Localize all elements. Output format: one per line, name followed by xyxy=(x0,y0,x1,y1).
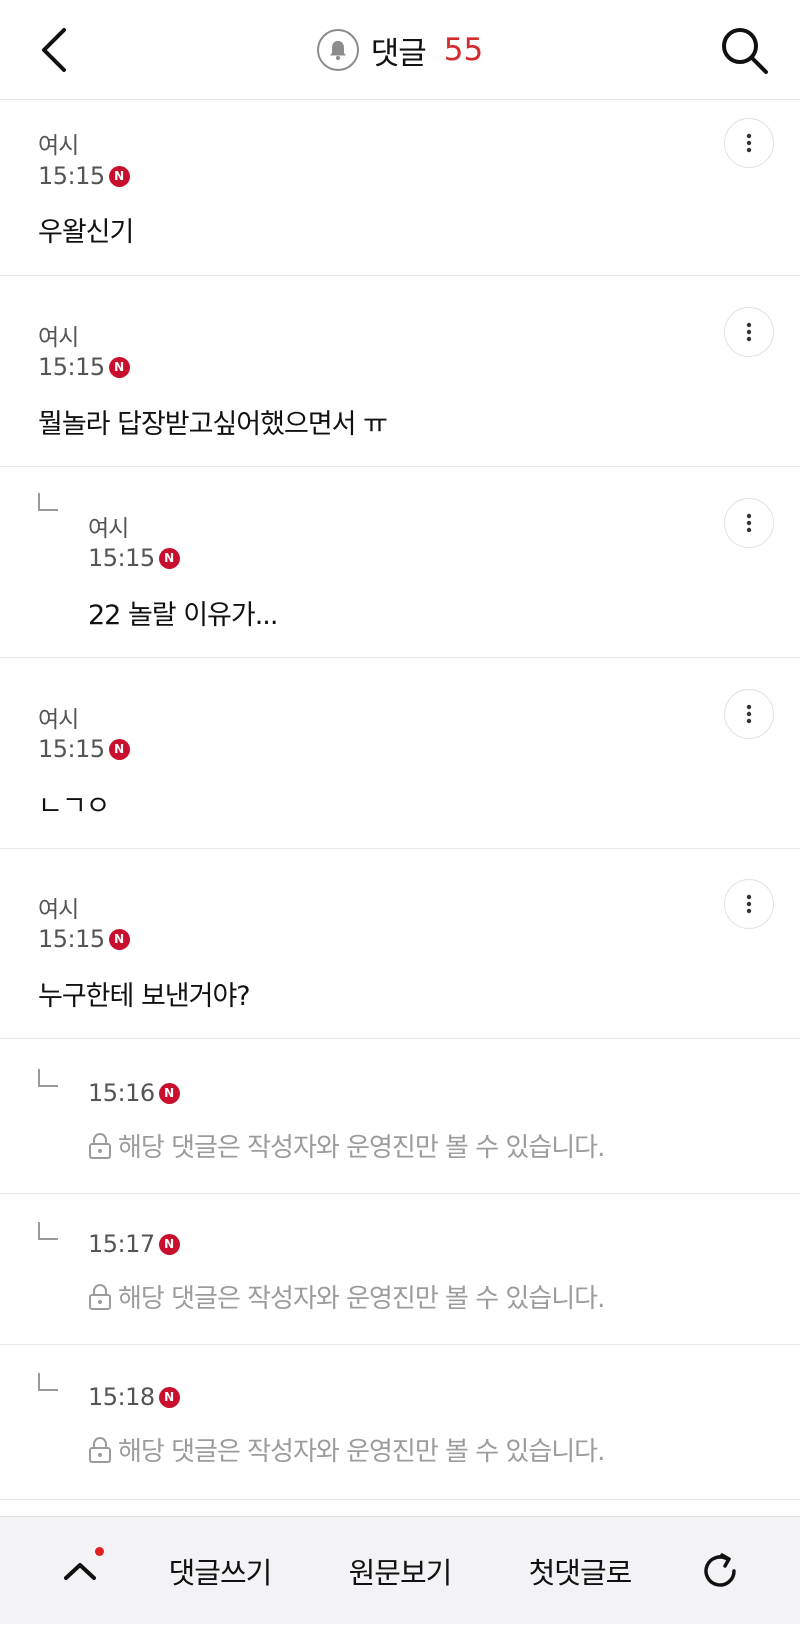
comment-text: 뭘놀라 답장받고싶어했으면서 ㅠ xyxy=(38,409,388,440)
notification-dot xyxy=(95,1547,104,1556)
reply-item: 여시 15:15 N 22 놀랄 이유가... xyxy=(0,467,800,658)
reply-indicator-icon xyxy=(38,493,58,511)
refresh-button[interactable] xyxy=(690,1517,750,1625)
new-badge: N xyxy=(108,165,130,187)
new-badge: N xyxy=(158,1082,180,1104)
back-button[interactable] xyxy=(30,22,86,78)
hidden-reply-item: 15:18 N 해당 댓글은 작성자와 운영진만 볼 수 있습니다. xyxy=(0,1345,800,1500)
comment-time: 15:15 xyxy=(88,544,155,572)
comment-text: 22 놀랄 이유가... xyxy=(88,600,278,631)
comment-count: 55 xyxy=(443,32,484,68)
write-comment-label: 댓글쓰기 xyxy=(168,1556,273,1590)
more-vertical-icon xyxy=(746,133,752,153)
comment-author: 여시 xyxy=(38,133,79,159)
more-options-button[interactable] xyxy=(724,498,774,548)
lock-icon xyxy=(89,1132,111,1159)
comment-author: 여시 xyxy=(88,516,129,542)
more-vertical-icon xyxy=(746,894,752,914)
new-badge: N xyxy=(108,738,130,760)
view-original-button[interactable]: 원문보기 xyxy=(330,1517,470,1625)
new-badge: N xyxy=(108,928,130,950)
reply-indicator-icon xyxy=(38,1069,58,1087)
first-comment-button[interactable]: 첫댓글로 xyxy=(510,1517,650,1625)
new-badge: N xyxy=(158,1386,180,1408)
chevron-left-icon xyxy=(42,28,66,72)
comment-text: ㄴㄱㅇ xyxy=(38,791,111,822)
more-vertical-icon xyxy=(746,322,752,342)
comment-time: 15:15 xyxy=(38,162,105,190)
comment-item: 여시 15:15 N 누구한테 보낸거야? xyxy=(0,849,800,1039)
comment-item: 여시 15:15 N 우왈신기 xyxy=(0,100,800,276)
more-options-button[interactable] xyxy=(724,118,774,168)
more-options-button[interactable] xyxy=(724,879,774,929)
lock-icon xyxy=(89,1283,111,1310)
new-badge: N xyxy=(108,356,130,378)
chevron-up-icon xyxy=(64,1563,96,1580)
hidden-reply-item: 15:17 N 해당 댓글은 작성자와 운영진만 볼 수 있습니다. xyxy=(0,1194,800,1345)
comment-time: 15:15 xyxy=(38,353,105,381)
more-options-button[interactable] xyxy=(724,307,774,357)
more-vertical-icon xyxy=(746,513,752,533)
write-comment-button[interactable]: 댓글쓰기 xyxy=(150,1517,290,1625)
page-title: 댓글 xyxy=(370,35,427,72)
hidden-reply-item: 15:16 N 해당 댓글은 작성자와 운영진만 볼 수 있습니다. xyxy=(0,1039,800,1194)
refresh-icon xyxy=(704,1553,736,1587)
more-options-button[interactable] xyxy=(724,689,774,739)
new-badge: N xyxy=(158,1233,180,1255)
comment-text: 누구한테 보낸거야? xyxy=(38,981,251,1012)
locked-comment-text: 해당 댓글은 작성자와 운영진만 볼 수 있습니다. xyxy=(118,1437,605,1467)
view-original-label: 원문보기 xyxy=(348,1556,453,1590)
search-button[interactable] xyxy=(716,22,772,78)
reply-indicator-icon xyxy=(38,1373,58,1391)
comment-time: 15:16 xyxy=(88,1079,155,1107)
more-vertical-icon xyxy=(746,704,752,724)
locked-comment-text: 해당 댓글은 작성자와 운영진만 볼 수 있습니다. xyxy=(118,1133,605,1163)
lock-icon xyxy=(89,1436,111,1463)
bell-icon xyxy=(316,29,359,71)
comment-author: 여시 xyxy=(38,707,79,733)
comment-author: 여시 xyxy=(38,325,79,351)
locked-comment-text: 해당 댓글은 작성자와 운영진만 볼 수 있습니다. xyxy=(118,1284,605,1314)
comment-item: 여시 15:15 N 뭘놀라 답장받고싶어했으면서 ㅠ xyxy=(0,276,800,467)
comment-time: 15:15 xyxy=(38,735,105,763)
comment-time: 15:15 xyxy=(38,925,105,953)
comment-text: 우왈신기 xyxy=(38,217,134,248)
comment-item: 여시 15:15 N ㄴㄱㅇ xyxy=(0,658,800,849)
bottom-toolbar: 댓글쓰기 원문보기 첫댓글로 xyxy=(0,1516,800,1624)
scroll-up-button[interactable] xyxy=(40,1517,120,1625)
search-icon xyxy=(722,28,768,74)
comment-time: 15:17 xyxy=(88,1230,155,1258)
header: 댓글 55 xyxy=(0,0,800,100)
comment-author: 여시 xyxy=(38,897,79,923)
new-badge: N xyxy=(158,547,180,569)
first-comment-label: 첫댓글로 xyxy=(528,1556,633,1590)
comment-time: 15:18 xyxy=(88,1383,155,1411)
reply-indicator-icon xyxy=(38,1222,58,1240)
